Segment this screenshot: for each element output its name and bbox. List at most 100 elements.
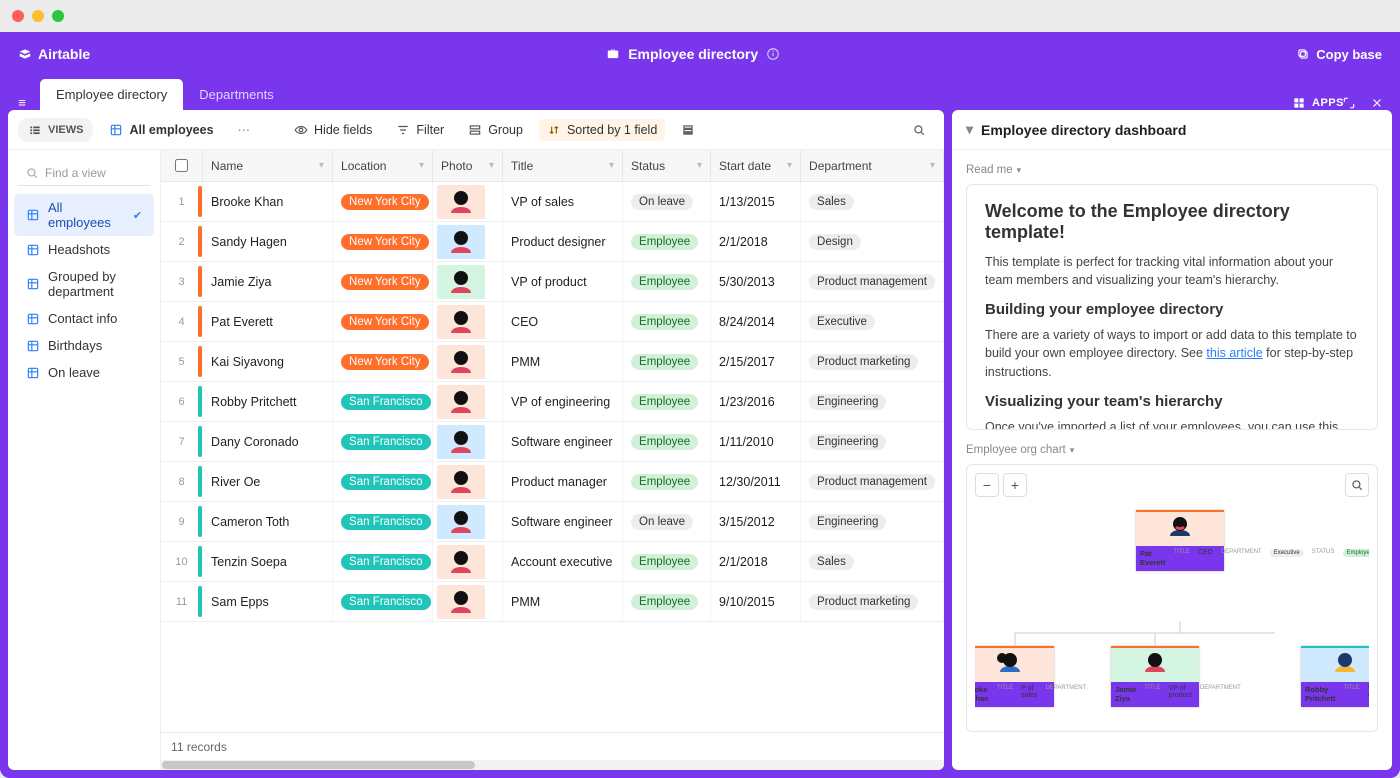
row-index[interactable]: 9 bbox=[161, 502, 203, 541]
org-search-button[interactable] bbox=[1345, 473, 1369, 497]
cell-title[interactable]: Product manager bbox=[503, 462, 623, 501]
cell-location[interactable]: New York City bbox=[333, 182, 433, 221]
current-view-selector[interactable]: All employees bbox=[101, 119, 221, 141]
minimize-window-icon[interactable] bbox=[32, 10, 44, 22]
cell-title[interactable]: PMM bbox=[503, 342, 623, 381]
cell-photo[interactable] bbox=[433, 542, 503, 581]
cell-status[interactable]: Employee bbox=[623, 382, 711, 421]
org-chart-canvas[interactable]: Pat Everett TITLE CEO DEPARTMENT Executi… bbox=[975, 503, 1369, 723]
row-index[interactable]: 4 bbox=[161, 302, 203, 341]
row-index[interactable]: 7 bbox=[161, 422, 203, 461]
cell-status[interactable]: Employee bbox=[623, 262, 711, 301]
view-options-button[interactable]: ⋯ bbox=[230, 118, 259, 141]
org-chart-app-label[interactable]: Employee org chart ▾ bbox=[966, 444, 1378, 456]
table-tab[interactable]: Departments bbox=[183, 79, 289, 110]
cell-status[interactable]: Employee bbox=[623, 222, 711, 261]
scrollbar-thumb[interactable] bbox=[162, 761, 475, 769]
cell-name[interactable]: Robby Pritchett bbox=[203, 382, 333, 421]
hide-fields-button[interactable]: Hide fields bbox=[286, 119, 380, 141]
row-index[interactable]: 10 bbox=[161, 542, 203, 581]
sidebar-view-item[interactable]: Grouped by department bbox=[14, 263, 154, 305]
cell-start-date[interactable]: 2/1/2018 bbox=[711, 542, 801, 581]
close-window-icon[interactable] bbox=[12, 10, 24, 22]
sidebar-view-item[interactable]: All employees✔ bbox=[14, 194, 154, 236]
copy-base-button[interactable]: Copy base bbox=[1316, 47, 1382, 62]
cell-name[interactable]: Sam Epps bbox=[203, 582, 333, 621]
cell-name[interactable]: River Oe bbox=[203, 462, 333, 501]
cell-start-date[interactable]: 2/15/2017 bbox=[711, 342, 801, 381]
cell-title[interactable]: VP of product bbox=[503, 262, 623, 301]
cell-department[interactable]: Sales bbox=[801, 542, 944, 581]
cell-department[interactable]: Product management bbox=[801, 462, 944, 501]
cell-status[interactable]: On leave bbox=[623, 502, 711, 541]
readme-app-label[interactable]: Read me ▾ bbox=[966, 164, 1378, 176]
cell-photo[interactable] bbox=[433, 182, 503, 221]
views-sidebar-toggle[interactable]: VIEWS bbox=[18, 118, 93, 142]
cell-photo[interactable] bbox=[433, 262, 503, 301]
cell-department[interactable]: Engineering bbox=[801, 502, 944, 541]
cell-title[interactable]: CEO bbox=[503, 302, 623, 341]
expand-icon[interactable] bbox=[1342, 96, 1356, 110]
cell-start-date[interactable]: 1/11/2010 bbox=[711, 422, 801, 461]
cell-location[interactable]: New York City bbox=[333, 342, 433, 381]
cell-name[interactable]: Sandy Hagen bbox=[203, 222, 333, 261]
row-index[interactable]: 1 bbox=[161, 182, 203, 221]
cell-location[interactable]: San Francisco bbox=[333, 422, 433, 461]
org-card-root[interactable]: Pat Everett TITLE CEO DEPARTMENT Executi… bbox=[1135, 509, 1225, 572]
dashboard-header[interactable]: ▾ Employee directory dashboard bbox=[952, 110, 1392, 150]
cell-photo[interactable] bbox=[433, 462, 503, 501]
cell-status[interactable]: Employee bbox=[623, 542, 711, 581]
find-view-input[interactable]: Find a view bbox=[18, 160, 150, 186]
cell-start-date[interactable]: 9/10/2015 bbox=[711, 582, 801, 621]
column-header-status[interactable]: Status▾ bbox=[623, 150, 711, 181]
cell-name[interactable]: Dany Coronado bbox=[203, 422, 333, 461]
cell-photo[interactable] bbox=[433, 582, 503, 621]
cell-name[interactable]: Tenzin Soepa bbox=[203, 542, 333, 581]
zoom-in-button[interactable]: + bbox=[1003, 473, 1027, 497]
info-icon[interactable] bbox=[766, 47, 780, 61]
select-all-checkbox[interactable] bbox=[161, 150, 203, 181]
cell-department[interactable]: Product marketing bbox=[801, 342, 944, 381]
cell-name[interactable]: Kai Siyavong bbox=[203, 342, 333, 381]
cell-department[interactable]: Sales bbox=[801, 182, 944, 221]
column-header-start-date[interactable]: Start date▾ bbox=[711, 150, 801, 181]
group-button[interactable]: Group bbox=[460, 119, 531, 141]
select-all-checkbox-input[interactable] bbox=[175, 159, 188, 172]
cell-location[interactable]: New York City bbox=[333, 222, 433, 261]
cell-department[interactable]: Product management bbox=[801, 262, 944, 301]
table-row[interactable]: 3Jamie ZiyaNew York CityVP of productEmp… bbox=[161, 262, 944, 302]
cell-start-date[interactable]: 1/23/2016 bbox=[711, 382, 801, 421]
table-row[interactable]: 10Tenzin SoepaSan FranciscoAccount execu… bbox=[161, 542, 944, 582]
cell-status[interactable]: On leave bbox=[623, 182, 711, 221]
column-header-title[interactable]: Title▾ bbox=[503, 150, 623, 181]
cell-status[interactable]: Employee bbox=[623, 582, 711, 621]
cell-title[interactable]: Account executive bbox=[503, 542, 623, 581]
row-index[interactable]: 6 bbox=[161, 382, 203, 421]
row-index[interactable]: 8 bbox=[161, 462, 203, 501]
sidebar-view-item[interactable]: Contact info bbox=[14, 305, 154, 332]
cell-location[interactable]: San Francisco bbox=[333, 382, 433, 421]
cell-department[interactable]: Engineering bbox=[801, 382, 944, 421]
cell-start-date[interactable]: 8/24/2014 bbox=[711, 302, 801, 341]
org-card-child[interactable]: Robby Pritchett TITLE VP of engineering … bbox=[1300, 645, 1369, 708]
org-card-child[interactable]: Jamie Ziya TITLE VP of product DEPARTMEN… bbox=[1110, 645, 1200, 708]
cell-photo[interactable] bbox=[433, 422, 503, 461]
table-row[interactable]: 5Kai SiyavongNew York CityPMMEmployee2/1… bbox=[161, 342, 944, 382]
table-row[interactable]: 11Sam EppsSan FranciscoPMMEmployee9/10/2… bbox=[161, 582, 944, 622]
filter-button[interactable]: Filter bbox=[388, 119, 452, 141]
cell-status[interactable]: Employee bbox=[623, 462, 711, 501]
cell-title[interactable]: VP of engineering bbox=[503, 382, 623, 421]
cell-location[interactable]: New York City bbox=[333, 262, 433, 301]
row-index[interactable]: 5 bbox=[161, 342, 203, 381]
search-records-button[interactable] bbox=[904, 119, 934, 141]
cell-start-date[interactable]: 2/1/2018 bbox=[711, 222, 801, 261]
close-apps-icon[interactable] bbox=[1370, 96, 1384, 110]
cell-location[interactable]: San Francisco bbox=[333, 462, 433, 501]
cell-photo[interactable] bbox=[433, 502, 503, 541]
table-row[interactable]: 6Robby PritchettSan Francisco VP of engin… bbox=[161, 382, 944, 422]
cell-title[interactable]: PMM bbox=[503, 582, 623, 621]
table-row[interactable]: 1Brooke KhanNew York CityVP of salesOn l… bbox=[161, 182, 944, 222]
sidebar-view-item[interactable]: On leave bbox=[14, 359, 154, 386]
cell-title[interactable]: Software engineer bbox=[503, 422, 623, 461]
cell-location[interactable]: San Francisco bbox=[333, 502, 433, 541]
